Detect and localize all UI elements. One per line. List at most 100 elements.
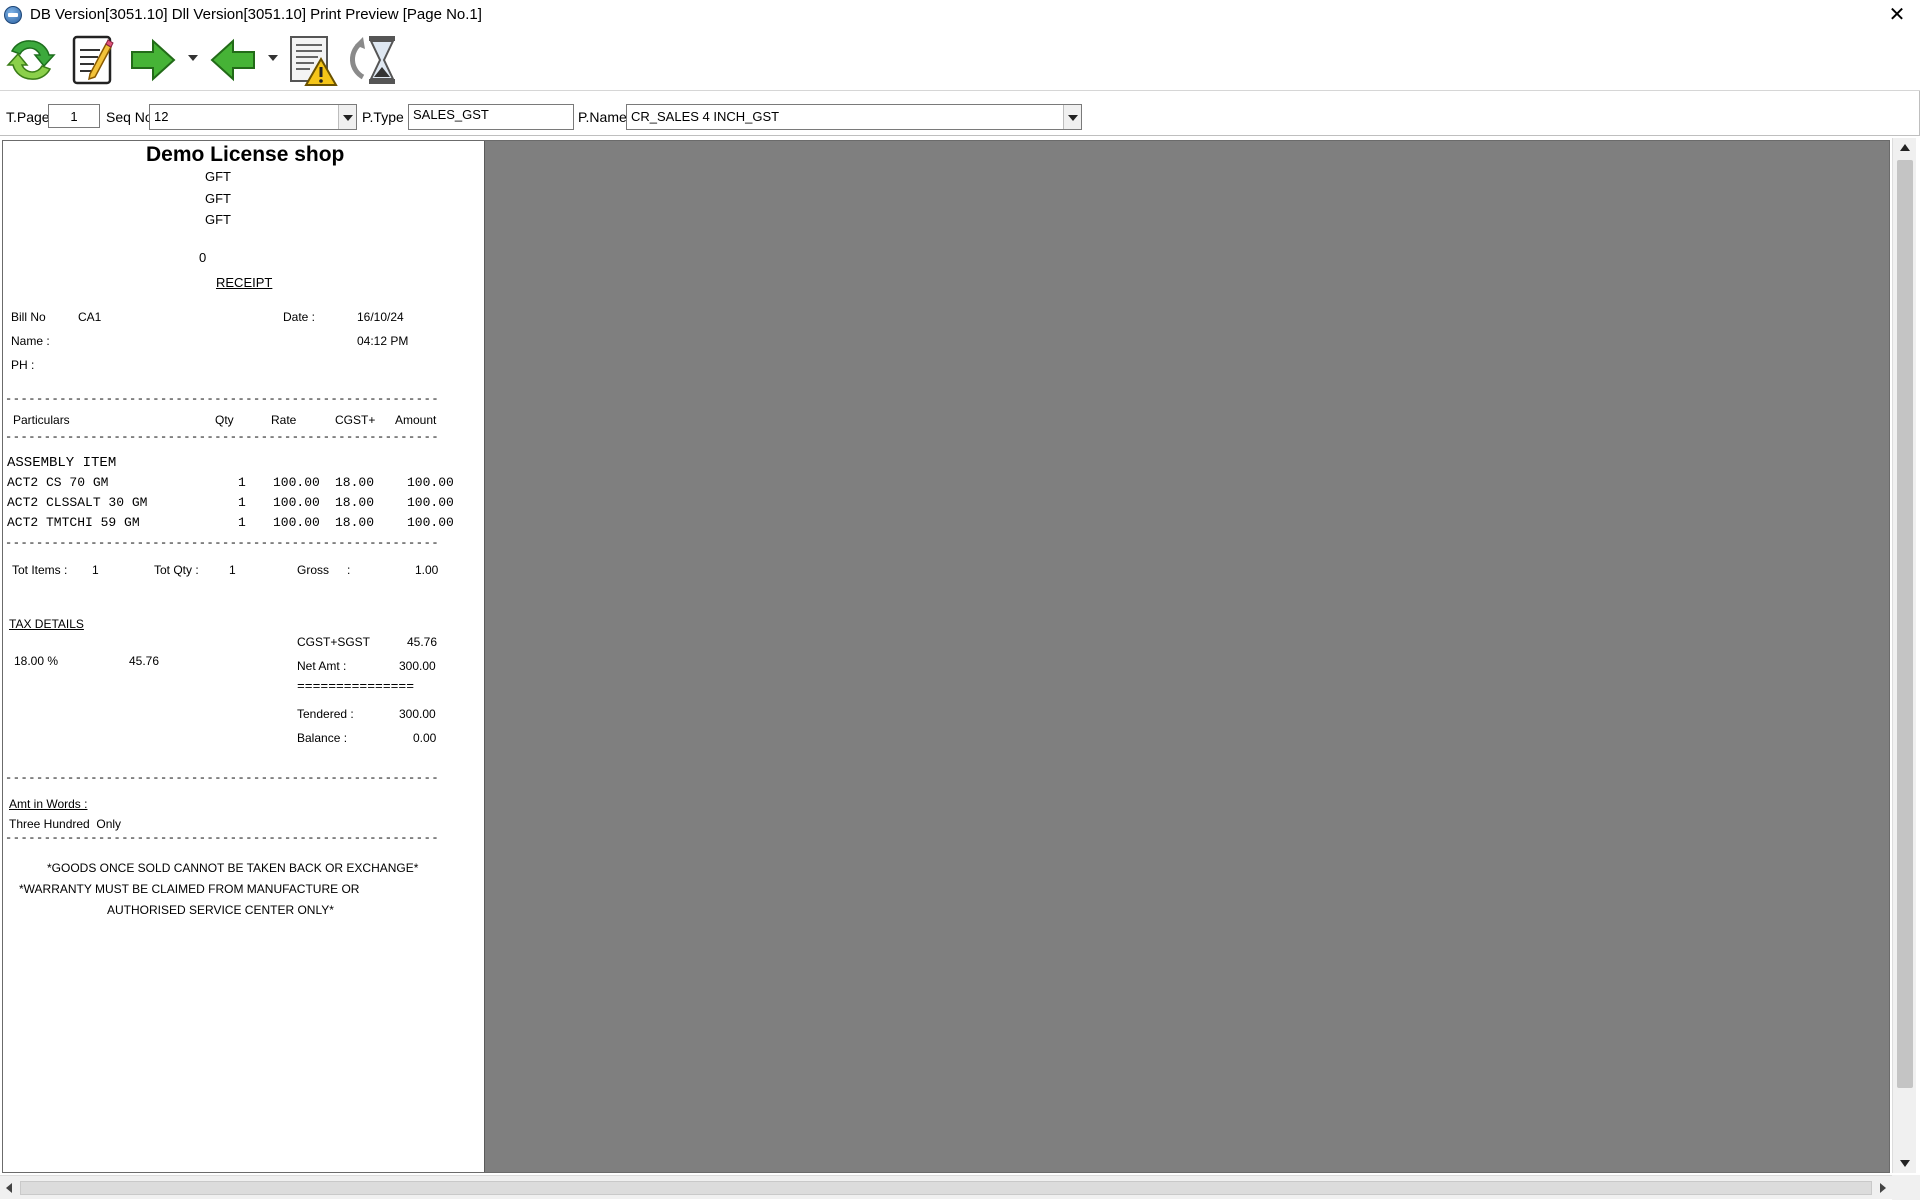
col-particulars: Particulars: [13, 413, 70, 427]
previous-page-button[interactable]: [208, 33, 258, 87]
pname-select[interactable]: CR_SALES 4 INCH_GST: [626, 104, 1082, 130]
address-zero: 0: [199, 250, 207, 265]
bill-no-value: CA1: [78, 310, 102, 324]
report-warning-button[interactable]: [288, 33, 338, 87]
footer-note-2: *WARRANTY MUST BE CLAIMED FROM MANUFACTU…: [19, 882, 360, 896]
toolbar: [0, 29, 1920, 91]
address-line-2: GFT: [205, 191, 231, 206]
item-name: ACT2 CLSSALT 30 GM: [7, 495, 148, 510]
seqno-dropdown-arrow-icon[interactable]: [338, 105, 356, 129]
edit-document-icon: [72, 35, 114, 85]
item-name: ACT2 TMTCHI 59 GM: [7, 515, 140, 530]
tendered-value: 300.00: [399, 707, 436, 721]
item-rate: 100.00: [273, 475, 320, 490]
window-title: DB Version[3051.10] Dll Version[3051.10]…: [30, 6, 482, 23]
refresh-icon: [6, 40, 56, 80]
item-tax: 18.00: [335, 515, 375, 530]
item-qty: 1: [238, 515, 246, 530]
tpage-input[interactable]: [48, 104, 100, 128]
scroll-down-arrow-icon[interactable]: [1900, 1160, 1910, 1167]
date-value: 16/10/24: [357, 310, 404, 324]
divider-line: ----------------------------------------…: [5, 392, 440, 406]
item-qty: 1: [238, 495, 246, 510]
seqno-select[interactable]: 12: [149, 104, 357, 130]
gross-colon: :: [347, 563, 351, 577]
receipt-page: Demo License shop GFT GFT GFT 0 RECEIPT …: [3, 141, 485, 1172]
amount-in-words-label: Amt in Words :: [9, 797, 88, 811]
tot-items-label: Tot Items :: [12, 563, 68, 577]
shop-name: Demo License shop: [146, 143, 345, 166]
close-button[interactable]: ✕: [1874, 0, 1920, 29]
next-page-button[interactable]: [128, 33, 178, 87]
time-value: 04:12 PM: [357, 334, 409, 348]
item-qty: 1: [238, 475, 246, 490]
seqno-label: Seq No: [106, 109, 153, 125]
net-amount-label: Net Amt :: [297, 659, 347, 673]
report-warning-icon: [290, 36, 338, 86]
vertical-scroll-thumb[interactable]: [1897, 160, 1913, 1088]
amount-in-words-value: Three Hundred Only: [9, 817, 122, 831]
tax-amount: 45.76: [129, 654, 160, 668]
title-bar: DB Version[3051.10] Dll Version[3051.10]…: [0, 0, 1920, 29]
item-amount: 100.00: [407, 495, 454, 510]
col-amount: Amount: [395, 413, 437, 427]
balance-value: 0.00: [413, 731, 437, 745]
footer-note-1: *GOODS ONCE SOLD CANNOT BE TAKEN BACK OR…: [47, 861, 419, 875]
next-page-icon: [131, 38, 176, 82]
address-line-1: GFT: [205, 169, 231, 184]
divider-line: ----------------------------------------…: [5, 430, 440, 444]
scroll-left-arrow-icon[interactable]: [6, 1183, 12, 1193]
tpage-label: T.Page: [6, 109, 50, 125]
col-rate: Rate: [271, 413, 297, 427]
refresh-button[interactable]: [4, 33, 58, 87]
scroll-right-arrow-icon[interactable]: [1880, 1183, 1886, 1193]
tot-qty-label: Tot Qty :: [154, 563, 199, 577]
print-preview-area[interactable]: Demo License shop GFT GFT GFT 0 RECEIPT …: [2, 140, 1890, 1173]
cgst-sgst-label: CGST+SGST: [297, 635, 371, 649]
scrollbar-corner: [1892, 1175, 1920, 1200]
item-name: ACT2 CS 70 GM: [7, 475, 109, 490]
item-tax: 18.00: [335, 475, 375, 490]
divider-line: ----------------------------------------…: [5, 536, 440, 550]
group-heading: ASSEMBLY ITEM: [7, 455, 117, 471]
item-amount: 100.00: [407, 475, 454, 490]
ptype-input[interactable]: [408, 104, 574, 130]
name-label: Name :: [11, 334, 50, 348]
equals-divider: ===============: [297, 679, 415, 694]
balance-label: Balance :: [297, 731, 348, 745]
phone-label: PH :: [11, 358, 35, 372]
col-qty: Qty: [215, 413, 234, 427]
vertical-scrollbar[interactable]: [1892, 138, 1916, 1173]
seqno-value: 12: [154, 109, 169, 124]
tax-details-heading: TAX DETAILS: [9, 617, 84, 631]
horizontal-scrollbar[interactable]: [0, 1175, 1892, 1199]
previous-page-icon: [210, 38, 255, 82]
scroll-up-arrow-icon[interactable]: [1900, 144, 1910, 151]
tendered-label: Tendered :: [297, 707, 354, 721]
next-page-dropdown-arrow[interactable]: [188, 55, 198, 61]
gross-label: Gross: [297, 563, 330, 577]
item-rate: 100.00: [273, 495, 320, 510]
tot-qty-value: 1: [229, 563, 236, 577]
address-line-3: GFT: [205, 212, 231, 227]
bill-no-label: Bill No: [11, 310, 46, 324]
item-rate: 100.00: [273, 515, 320, 530]
cgst-sgst-value: 45.76: [407, 635, 438, 649]
pname-dropdown-arrow-icon[interactable]: [1063, 105, 1081, 129]
divider-line: ----------------------------------------…: [5, 831, 440, 845]
pname-label: P.Name: [578, 109, 627, 125]
ptype-label: P.Type: [362, 109, 404, 125]
net-amount-value: 300.00: [399, 659, 436, 673]
horizontal-scroll-thumb[interactable]: [20, 1181, 1872, 1195]
previous-page-dropdown-arrow[interactable]: [268, 55, 278, 61]
filter-bar: T.Page Seq No 12 P.Type P.Name CR_SALES …: [0, 91, 1920, 136]
item-amount: 100.00: [407, 515, 454, 530]
tot-items-value: 1: [92, 563, 99, 577]
receipt-title: RECEIPT: [216, 275, 273, 290]
edit-button[interactable]: [68, 33, 118, 87]
tax-rate: 18.00 %: [14, 654, 59, 668]
history-hourglass-icon: [349, 36, 395, 84]
history-button[interactable]: [348, 33, 402, 87]
divider-line: ----------------------------------------…: [5, 771, 440, 785]
gross-value: 1.00: [415, 563, 439, 577]
